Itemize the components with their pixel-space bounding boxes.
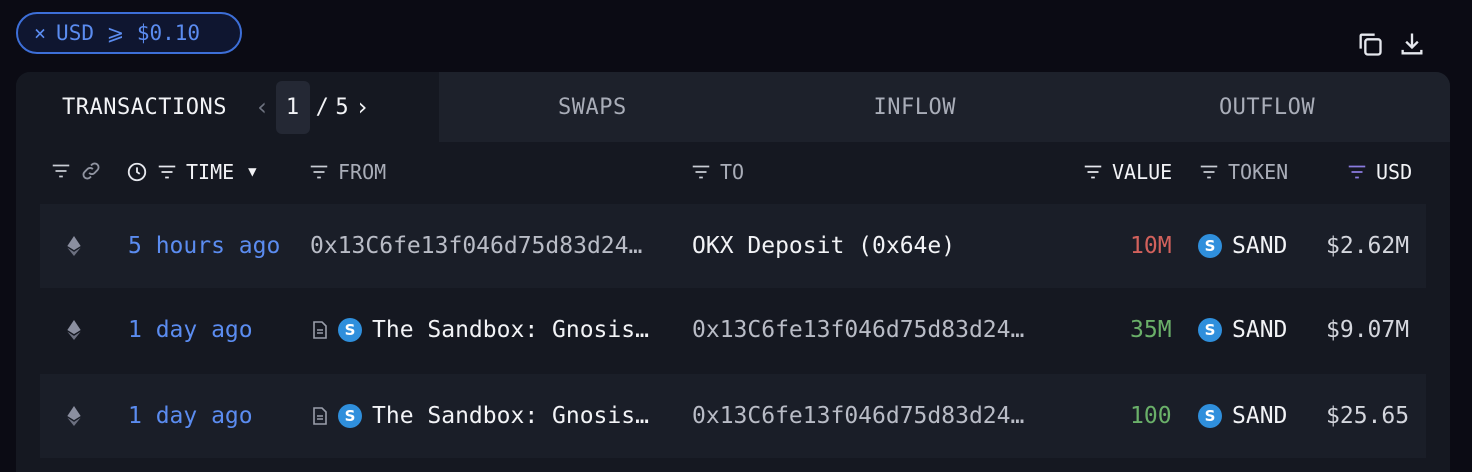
token-symbol: SAND	[1232, 403, 1288, 429]
tab-inflow[interactable]: INFLOW	[745, 72, 1085, 142]
contract-document-icon	[313, 321, 327, 339]
header-token-label: TOKEN	[1228, 160, 1289, 184]
filter-icon[interactable]	[1082, 161, 1104, 183]
header-value[interactable]: VALUE	[1082, 160, 1172, 184]
header-usd-label: USD	[1376, 160, 1413, 184]
from-address[interactable]: 0x13C6fe13f046d75d83d24…	[310, 204, 642, 288]
value: 10M	[1130, 233, 1172, 259]
to-entity[interactable]: OKX Deposit (0x64e)	[692, 204, 955, 288]
header-usd[interactable]: USD	[1346, 160, 1412, 184]
time-link[interactable]: 1 day ago	[128, 288, 253, 372]
token[interactable]: S SAND	[1198, 288, 1287, 372]
filter-icon[interactable]	[1346, 161, 1368, 183]
pager-total: 5	[335, 94, 350, 120]
transactions-panel: TRANSACTIONS ‹ 1 / 5 › SWAPS INFLOW OUTF…	[16, 72, 1450, 472]
copy-icon[interactable]	[1356, 30, 1384, 62]
filter-icon[interactable]	[308, 161, 330, 183]
to-address[interactable]: 0x13C6fe13f046d75d83d24…	[692, 374, 1024, 458]
from-entity[interactable]: S The Sandbox: Gnosis…	[312, 374, 649, 458]
from-name: The Sandbox: Gnosis…	[372, 403, 649, 429]
sand-token-icon: S	[1198, 234, 1222, 258]
table-header: TIME ▼ FROM TO VALUE TOKEN USD	[16, 144, 1450, 200]
sand-token-icon: S	[338, 404, 362, 428]
pager-separator: /	[315, 94, 330, 120]
ethereum-icon	[66, 204, 82, 288]
tab-swaps[interactable]: SWAPS	[439, 72, 746, 142]
download-icon[interactable]	[1398, 30, 1426, 62]
header-to-label: TO	[720, 160, 745, 184]
to-address[interactable]: 0x13C6fe13f046d75d83d24…	[692, 288, 1024, 372]
from-entity[interactable]: S The Sandbox: Gnosis…	[312, 288, 649, 372]
header-filter-link[interactable]	[50, 160, 102, 182]
time-link[interactable]: 1 day ago	[128, 374, 253, 458]
filter-icon[interactable]	[50, 160, 72, 182]
chevron-right-icon[interactable]: ›	[355, 93, 370, 121]
tab-outflow[interactable]: OUTFLOW	[1084, 72, 1450, 142]
sand-token-icon: S	[338, 318, 362, 342]
usd-value: $25.65	[1326, 403, 1410, 429]
header-token[interactable]: TOKEN	[1198, 160, 1288, 184]
value: 35M	[1130, 317, 1172, 343]
ethereum-icon	[66, 374, 82, 458]
tab-transactions-label: TRANSACTIONS	[62, 94, 227, 120]
usd-filter-chip[interactable]: × USD ⩾ $0.10	[16, 12, 242, 54]
table-row[interactable]: 5 hours ago 0x13C6fe13f046d75d83d24… OKX…	[40, 204, 1426, 288]
filter-icon[interactable]	[1198, 161, 1220, 183]
table-row[interactable]: 1 day ago S The Sandbox: Gnosis… 0x13C6f…	[40, 288, 1426, 372]
close-icon[interactable]: ×	[34, 21, 46, 45]
filter-label: USD ⩾ $0.10	[56, 21, 201, 45]
header-from-label: FROM	[338, 160, 387, 184]
chevron-left-icon[interactable]: ‹	[255, 93, 270, 121]
token-symbol: SAND	[1232, 233, 1288, 259]
header-time-label: TIME	[186, 160, 235, 184]
sand-token-icon: S	[1198, 404, 1222, 428]
token-symbol: SAND	[1232, 317, 1288, 343]
clock-icon[interactable]	[126, 161, 148, 183]
ethereum-icon	[66, 288, 82, 372]
contract-document-icon	[313, 407, 327, 425]
header-to[interactable]: TO	[690, 160, 744, 184]
value: 100	[1130, 403, 1172, 429]
filter-icon[interactable]	[156, 161, 178, 183]
sort-caret-icon[interactable]: ▼	[248, 164, 256, 180]
header-from[interactable]: FROM	[308, 160, 386, 184]
pager: ‹ 1 / 5 ›	[255, 80, 370, 134]
table-row[interactable]: 1 day ago S The Sandbox: Gnosis… 0x13C6f…	[40, 374, 1426, 458]
from-name: The Sandbox: Gnosis…	[372, 317, 649, 343]
header-time[interactable]: TIME ▼	[126, 160, 257, 184]
sand-token-icon: S	[1198, 318, 1222, 342]
time-link[interactable]: 5 hours ago	[128, 204, 280, 288]
token[interactable]: S SAND	[1198, 374, 1287, 458]
tab-transactions[interactable]: TRANSACTIONS ‹ 1 / 5 ›	[16, 72, 440, 142]
pager-current[interactable]: 1	[275, 80, 310, 134]
filter-icon[interactable]	[690, 161, 712, 183]
token[interactable]: S SAND	[1198, 204, 1287, 288]
usd-value: $9.07M	[1326, 317, 1410, 343]
link-icon[interactable]	[80, 160, 102, 182]
usd-value: $2.62M	[1326, 233, 1410, 259]
header-value-label: VALUE	[1112, 160, 1173, 184]
